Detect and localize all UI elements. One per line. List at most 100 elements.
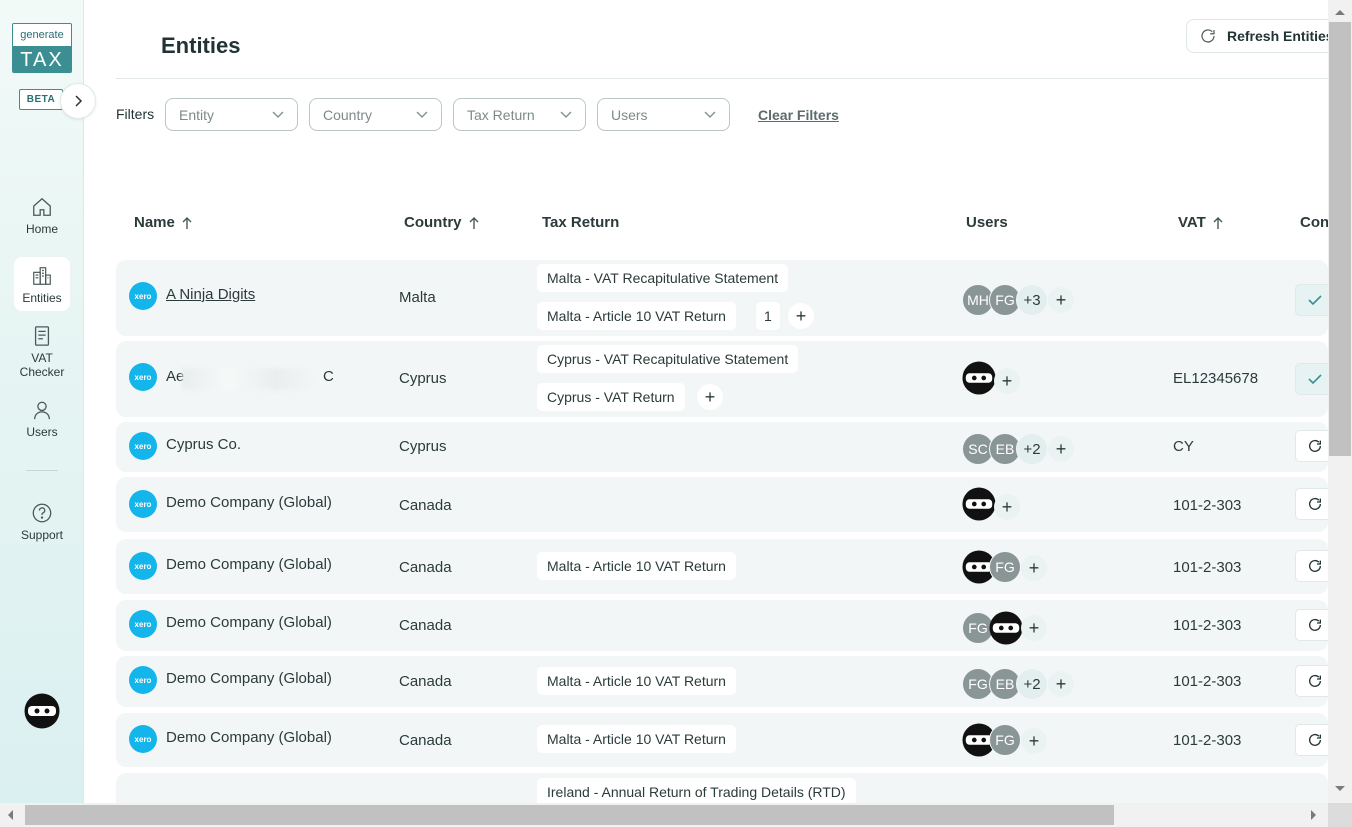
entity-name[interactable]: Demo Company (Global): [166, 494, 332, 511]
user-icon: [34, 401, 50, 420]
column-header-vat[interactable]: VAT: [1178, 214, 1224, 231]
add-tax-return-button[interactable]: +: [697, 384, 723, 410]
table-row[interactable]: Ireland - Annual Return of Trading Detai…: [116, 773, 1328, 806]
clear-filters-link[interactable]: Clear Filters: [758, 107, 839, 123]
table-row[interactable]: xero Demo Company (Global) Canada Malta …: [116, 656, 1335, 707]
entity-name-end[interactable]: C: [323, 368, 334, 385]
table-row[interactable]: xero Demo Company (Global) Canada FG + 1…: [116, 600, 1335, 651]
app-window: generate TAX BETA Home Entities VAT Chec…: [0, 0, 1352, 827]
tax-return-filter[interactable]: Tax Return: [453, 98, 586, 131]
document-icon: [34, 326, 50, 346]
column-header-users: Users: [966, 214, 1008, 231]
vat-number: 101-2-303: [1173, 617, 1242, 634]
refresh-icon: [1201, 29, 1215, 43]
entity-name[interactable]: Demo Company (Global): [166, 556, 332, 573]
more-users-badge[interactable]: +2: [1016, 668, 1048, 700]
page-title: Entities: [161, 33, 241, 58]
xero-icon: xero: [129, 610, 157, 638]
table-row[interactable]: xero Demo Company (Global) Canada Malta …: [116, 713, 1335, 767]
refresh-entities-button[interactable]: Refresh Entities: [1186, 19, 1346, 53]
add-user-button[interactable]: +: [1021, 615, 1047, 641]
more-users-badge[interactable]: +3: [1016, 284, 1048, 316]
chevron-down-icon: [704, 111, 716, 118]
vat-number: 101-2-303: [1173, 732, 1242, 749]
add-user-button[interactable]: +: [1048, 671, 1074, 697]
ninja-avatar-icon: [962, 487, 996, 521]
tax-return-chip[interactable]: Malta - Article 10 VAT Return: [537, 302, 736, 330]
chevron-down-icon: [416, 111, 428, 118]
column-header-tax-return: Tax Return: [542, 214, 619, 231]
ninja-avatar-icon: [989, 611, 1023, 645]
more-users-badge[interactable]: +2: [1016, 433, 1048, 465]
tax-return-chip[interactable]: Cyprus - VAT Return: [537, 383, 685, 411]
nav-users[interactable]: Users: [14, 399, 70, 441]
logo-top-text: generate: [20, 29, 64, 41]
nav-entities[interactable]: Entities: [14, 257, 70, 311]
tax-return-filter-label: Tax Return: [467, 106, 535, 123]
users-filter[interactable]: Users: [597, 98, 730, 131]
ninja-avatar-icon[interactable]: [24, 693, 60, 729]
scroll-down-arrow-icon[interactable]: [1334, 785, 1346, 793]
nav-checker-label: Checker: [19, 365, 65, 379]
scroll-left-arrow-icon[interactable]: [6, 809, 14, 821]
scroll-right-arrow-icon[interactable]: [1310, 809, 1318, 821]
add-user-button[interactable]: +: [994, 494, 1020, 520]
vat-number: 101-2-303: [1173, 673, 1242, 690]
xero-icon: xero: [129, 552, 157, 580]
nav-entities-label: Entities: [22, 291, 62, 305]
refresh-icon: [1309, 439, 1321, 452]
column-header-name[interactable]: Name: [134, 214, 193, 231]
xero-icon: xero: [129, 725, 157, 753]
xero-icon: xero: [129, 490, 157, 518]
table-row[interactable]: xero Ae C Cyprus Cyprus - VAT Recapitula…: [116, 341, 1335, 417]
return-count-badge: 1: [756, 302, 780, 330]
table-row[interactable]: xero A Ninja Digits Malta Malta - VAT Re…: [116, 260, 1335, 336]
nav-home[interactable]: Home: [14, 196, 70, 242]
tax-return-chip[interactable]: Ireland - Annual Return of Trading Detai…: [537, 778, 856, 806]
add-user-button[interactable]: +: [1021, 728, 1047, 754]
entity-filter[interactable]: Entity: [165, 98, 298, 131]
add-tax-return-button[interactable]: +: [788, 303, 814, 329]
nav-vat-checker[interactable]: VAT Checker: [14, 325, 70, 381]
tax-return-chip[interactable]: Malta - Article 10 VAT Return: [537, 725, 736, 753]
refresh-icon: [1309, 733, 1321, 746]
horizontal-scrollbar-thumb[interactable]: [25, 805, 1114, 825]
column-header-country[interactable]: Country: [404, 214, 480, 231]
tax-return-chip[interactable]: Cyprus - VAT Recapitulative Statement: [537, 345, 799, 373]
add-user-button[interactable]: +: [994, 368, 1020, 394]
table-row[interactable]: xero Cyprus Co. Cyprus SC EB +2 + CY: [116, 422, 1335, 472]
add-user-button[interactable]: +: [1048, 436, 1074, 462]
entity-name-link[interactable]: A Ninja Digits: [166, 286, 255, 303]
tax-return-chip[interactable]: Malta - Article 10 VAT Return: [537, 667, 736, 695]
entity-country: Canada: [399, 732, 452, 749]
scroll-up-arrow-icon[interactable]: [1334, 8, 1346, 16]
expand-sidebar-button[interactable]: [60, 83, 96, 119]
beta-badge: BETA: [19, 89, 63, 110]
avatar: FG: [989, 551, 1021, 583]
add-user-button[interactable]: +: [1021, 555, 1047, 581]
vertical-scrollbar-thumb[interactable]: [1329, 22, 1351, 456]
entity-name[interactable]: Cyprus Co.: [166, 436, 241, 453]
table-row[interactable]: xero Demo Company (Global) Canada Malta …: [116, 539, 1335, 594]
entity-name[interactable]: Demo Company (Global): [166, 614, 332, 631]
nav-support[interactable]: Support: [14, 502, 70, 544]
country-filter[interactable]: Country: [309, 98, 442, 131]
nav-support-label: Support: [20, 528, 64, 542]
tax-return-chip[interactable]: Malta - VAT Recapitulative Statement: [537, 264, 789, 292]
refresh-icon: [1309, 497, 1321, 510]
chevron-down-icon: [272, 111, 284, 118]
entity-name[interactable]: Demo Company (Global): [166, 729, 332, 746]
buildings-icon: [33, 267, 51, 285]
add-user-button[interactable]: +: [1048, 287, 1074, 313]
vat-number: 101-2-303: [1173, 497, 1242, 514]
column-header-country-label: Country: [404, 214, 462, 231]
xero-icon: xero: [129, 666, 157, 694]
generate-tax-logo[interactable]: generate TAX: [12, 23, 72, 73]
xero-icon: xero: [129, 282, 157, 310]
table-row[interactable]: xero Demo Company (Global) Canada + 101-…: [116, 477, 1335, 532]
check-icon: [1308, 295, 1322, 306]
help-icon: [32, 503, 52, 523]
entity-country: Cyprus: [399, 438, 447, 455]
entity-name[interactable]: Demo Company (Global): [166, 670, 332, 687]
tax-return-chip[interactable]: Malta - Article 10 VAT Return: [537, 552, 736, 580]
